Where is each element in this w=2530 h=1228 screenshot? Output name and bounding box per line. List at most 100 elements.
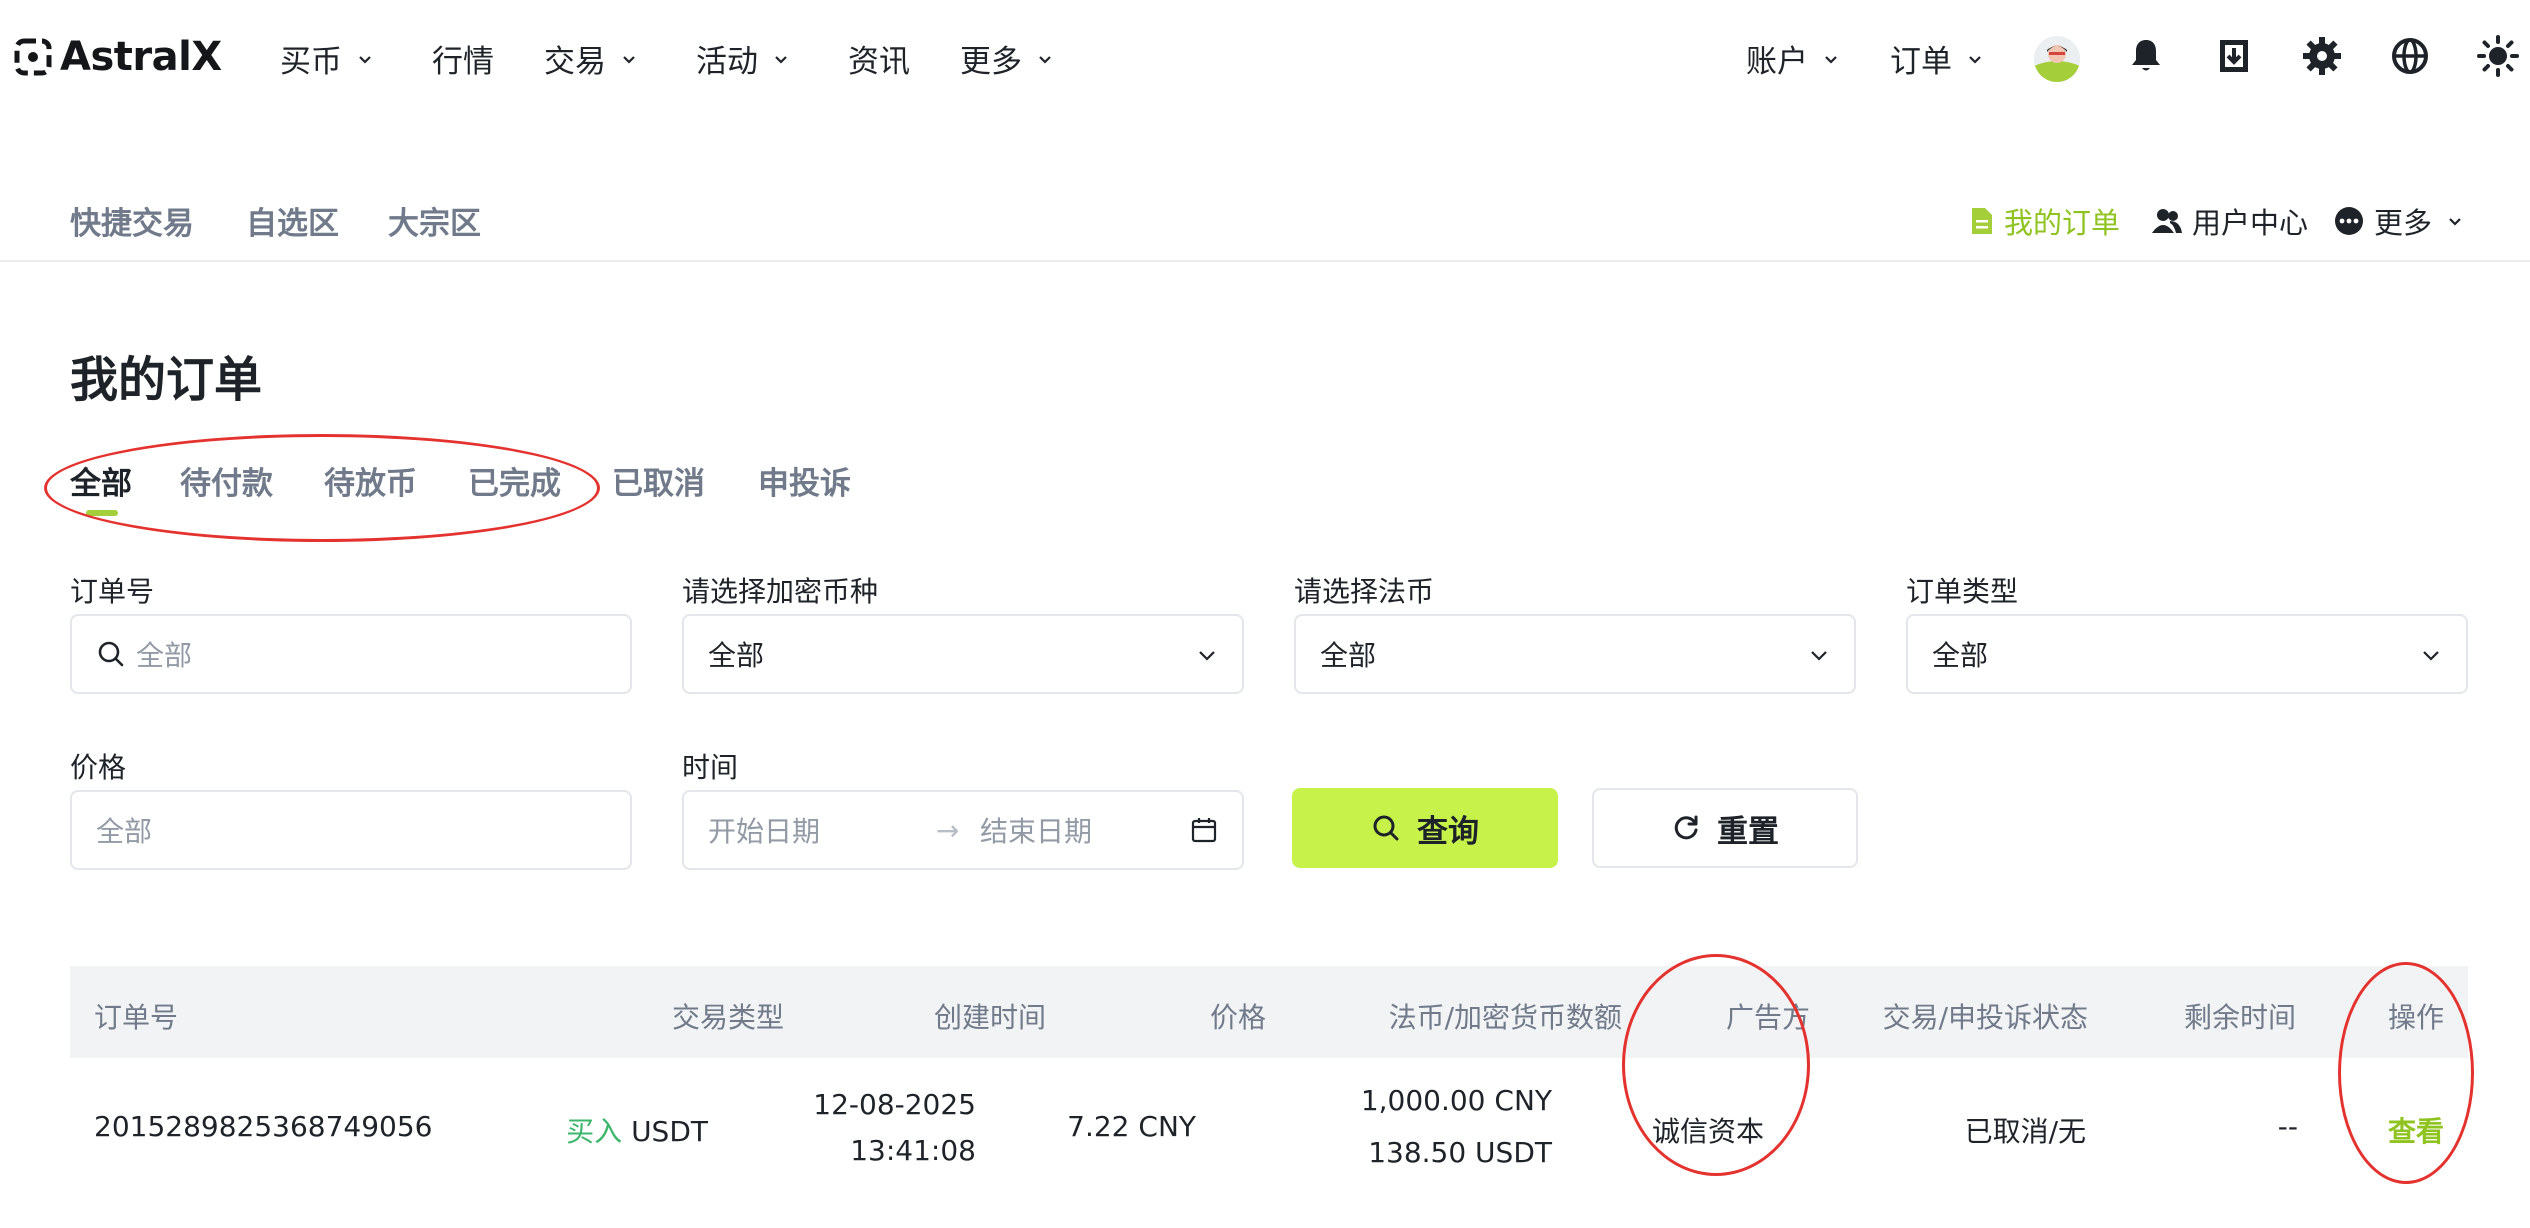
nav-item-account[interactable]: 账户 [1746, 36, 1840, 81]
search-button-label: 查询 [1417, 813, 1479, 850]
globe-icon[interactable] [2388, 34, 2432, 78]
time-label: 时间 [682, 751, 739, 784]
column-header-trade-type: 交易类型 [671, 1001, 784, 1034]
price-label: 价格 [70, 751, 127, 784]
nav-item-more[interactable]: 更多 [960, 36, 1054, 81]
order-no-placeholder: 全部 [136, 639, 193, 672]
start-date-input[interactable]: 开始日期 [708, 810, 936, 850]
fiat-select[interactable]: 全部 [1294, 614, 1856, 694]
nav-item-activities[interactable]: 活动 [696, 36, 790, 81]
order-no-input[interactable]: 全部 [70, 614, 632, 694]
subnav-label: 用户中心 [2192, 206, 2309, 240]
nav-item-buy-crypto[interactable]: 买币 [280, 36, 374, 81]
chevron-down-icon [1199, 651, 1215, 661]
subnav-my-orders[interactable]: 我的订单 [1970, 200, 2120, 242]
chevron-down-icon [359, 55, 371, 64]
refresh-icon [1674, 815, 1698, 840]
sun-icon[interactable] [2476, 34, 2520, 78]
annotation-ellipse-action [2338, 962, 2474, 1184]
crypto-select[interactable]: 全部 [682, 614, 1244, 694]
annotation-ellipse-advertiser [1622, 954, 1810, 1176]
end-date-input[interactable]: 结束日期 [980, 810, 1190, 850]
crypto-amount: 138.50 USDT [1368, 1136, 1552, 1169]
column-header-price: 价格 [1209, 1001, 1266, 1034]
subnav-item-quick-trade[interactable]: 快捷交易 [70, 198, 194, 243]
subnav-item-block-trade[interactable]: 大宗区 [388, 198, 481, 243]
price-input[interactable]: 全部 [70, 790, 632, 870]
tab-cancelled[interactable]: 已取消 [612, 458, 705, 503]
tab-appeals[interactable]: 申投诉 [758, 458, 851, 503]
fiat-amount: 1,000.00 CNY [1360, 1084, 1552, 1117]
order-type-select-value: 全部 [1932, 639, 1989, 672]
column-header-remaining-time: 剩余时间 [2183, 1001, 2296, 1034]
chevron-down-icon [1825, 55, 1837, 64]
calendar-icon [1191, 818, 1217, 843]
p2p-subnav: 快捷交易 自选区 大宗区 我的订单 用户中心 更多 [0, 180, 2530, 262]
reset-button-label: 重置 [1717, 813, 1779, 850]
document-icon [1972, 208, 1992, 234]
created-date: 12-08-2025 [813, 1088, 976, 1121]
crypto-label: 请选择加密币种 [682, 575, 879, 608]
date-range-picker[interactable]: 开始日期 → 结束日期 [682, 790, 1244, 870]
date-range-arrow: → [936, 813, 960, 847]
chevron-down-icon [1969, 55, 1981, 64]
more-icon [2335, 207, 2363, 235]
order-number: 2015289825368749056 [94, 1110, 433, 1143]
nav-item-orders[interactable]: 订单 [1890, 36, 1984, 81]
nav-label: 资讯 [848, 44, 910, 80]
chevron-down-icon [1811, 651, 1827, 661]
nav-label: 活动 [696, 44, 758, 80]
chevron-down-icon [623, 55, 635, 64]
chevron-down-icon [2449, 218, 2461, 226]
created-time: 13:41:08 [850, 1134, 976, 1167]
column-header-created-time: 创建时间 [933, 1001, 1046, 1034]
search-button[interactable]: 查询 [1292, 788, 1558, 868]
subnav-label: 更多 [2374, 206, 2433, 240]
crypto-select-value: 全部 [708, 639, 765, 672]
order-type-label: 订单类型 [1906, 575, 2019, 608]
subnav-more[interactable]: 更多 [2334, 200, 2474, 242]
nav-label: 交易 [544, 44, 606, 80]
column-header-amount: 法币/加密货币数额 [1388, 1001, 1622, 1034]
price-placeholder: 全部 [96, 815, 153, 848]
nav-item-news[interactable]: 资讯 [848, 36, 910, 81]
subnav-user-center[interactable]: 用户中心 [2152, 200, 2308, 242]
logo-icon [14, 38, 52, 76]
search-icon [98, 641, 124, 667]
users-icon [2152, 209, 2182, 233]
download-icon[interactable] [2212, 34, 2256, 78]
annotation-ellipse-tabs [44, 434, 600, 542]
top-navigation: AstralX 买币 行情 交易 活动 资讯 更多 账户 订单 [0, 0, 2530, 116]
bell-icon[interactable] [2124, 34, 2168, 78]
nav-label: 买币 [280, 44, 342, 80]
nav-label: 账户 [1746, 44, 1808, 80]
search-icon [1373, 815, 1399, 841]
subnav-item-watchlist[interactable]: 自选区 [246, 198, 339, 243]
chevron-down-icon [1039, 55, 1051, 64]
nav-item-markets[interactable]: 行情 [432, 36, 494, 81]
fiat-select-value: 全部 [1320, 639, 1377, 672]
chevron-down-icon [775, 55, 787, 64]
trade-type-cell: 买入 USDT [566, 1110, 708, 1150]
nav-item-trade[interactable]: 交易 [544, 36, 638, 81]
reset-button[interactable]: 重置 [1592, 788, 1858, 868]
nav-label: 更多 [960, 44, 1022, 80]
order-no-label: 订单号 [70, 575, 155, 608]
gear-icon[interactable] [2300, 34, 2344, 78]
avatar-image [2034, 36, 2080, 82]
order-type-select[interactable]: 全部 [1906, 614, 2468, 694]
brand-logo[interactable]: AstralX [14, 34, 222, 80]
nav-label: 订单 [1890, 44, 1952, 80]
subnav-label: 我的订单 [2004, 206, 2121, 240]
trade-side: 买入 [566, 1115, 623, 1148]
price-cell: 7.22 CNY [1067, 1110, 1196, 1143]
column-header-order-no: 订单号 [94, 1001, 179, 1034]
fiat-label: 请选择法币 [1294, 575, 1435, 608]
avatar[interactable] [2034, 36, 2080, 82]
brand-name: AstralX [60, 34, 222, 80]
page-title: 我的订单 [70, 352, 263, 408]
status-cell: 已取消/无 [1964, 1115, 2086, 1148]
column-header-status: 交易/申投诉状态 [1882, 1001, 2088, 1034]
remaining-time-cell: -- [2277, 1110, 2298, 1143]
trade-asset: USDT [631, 1115, 708, 1148]
